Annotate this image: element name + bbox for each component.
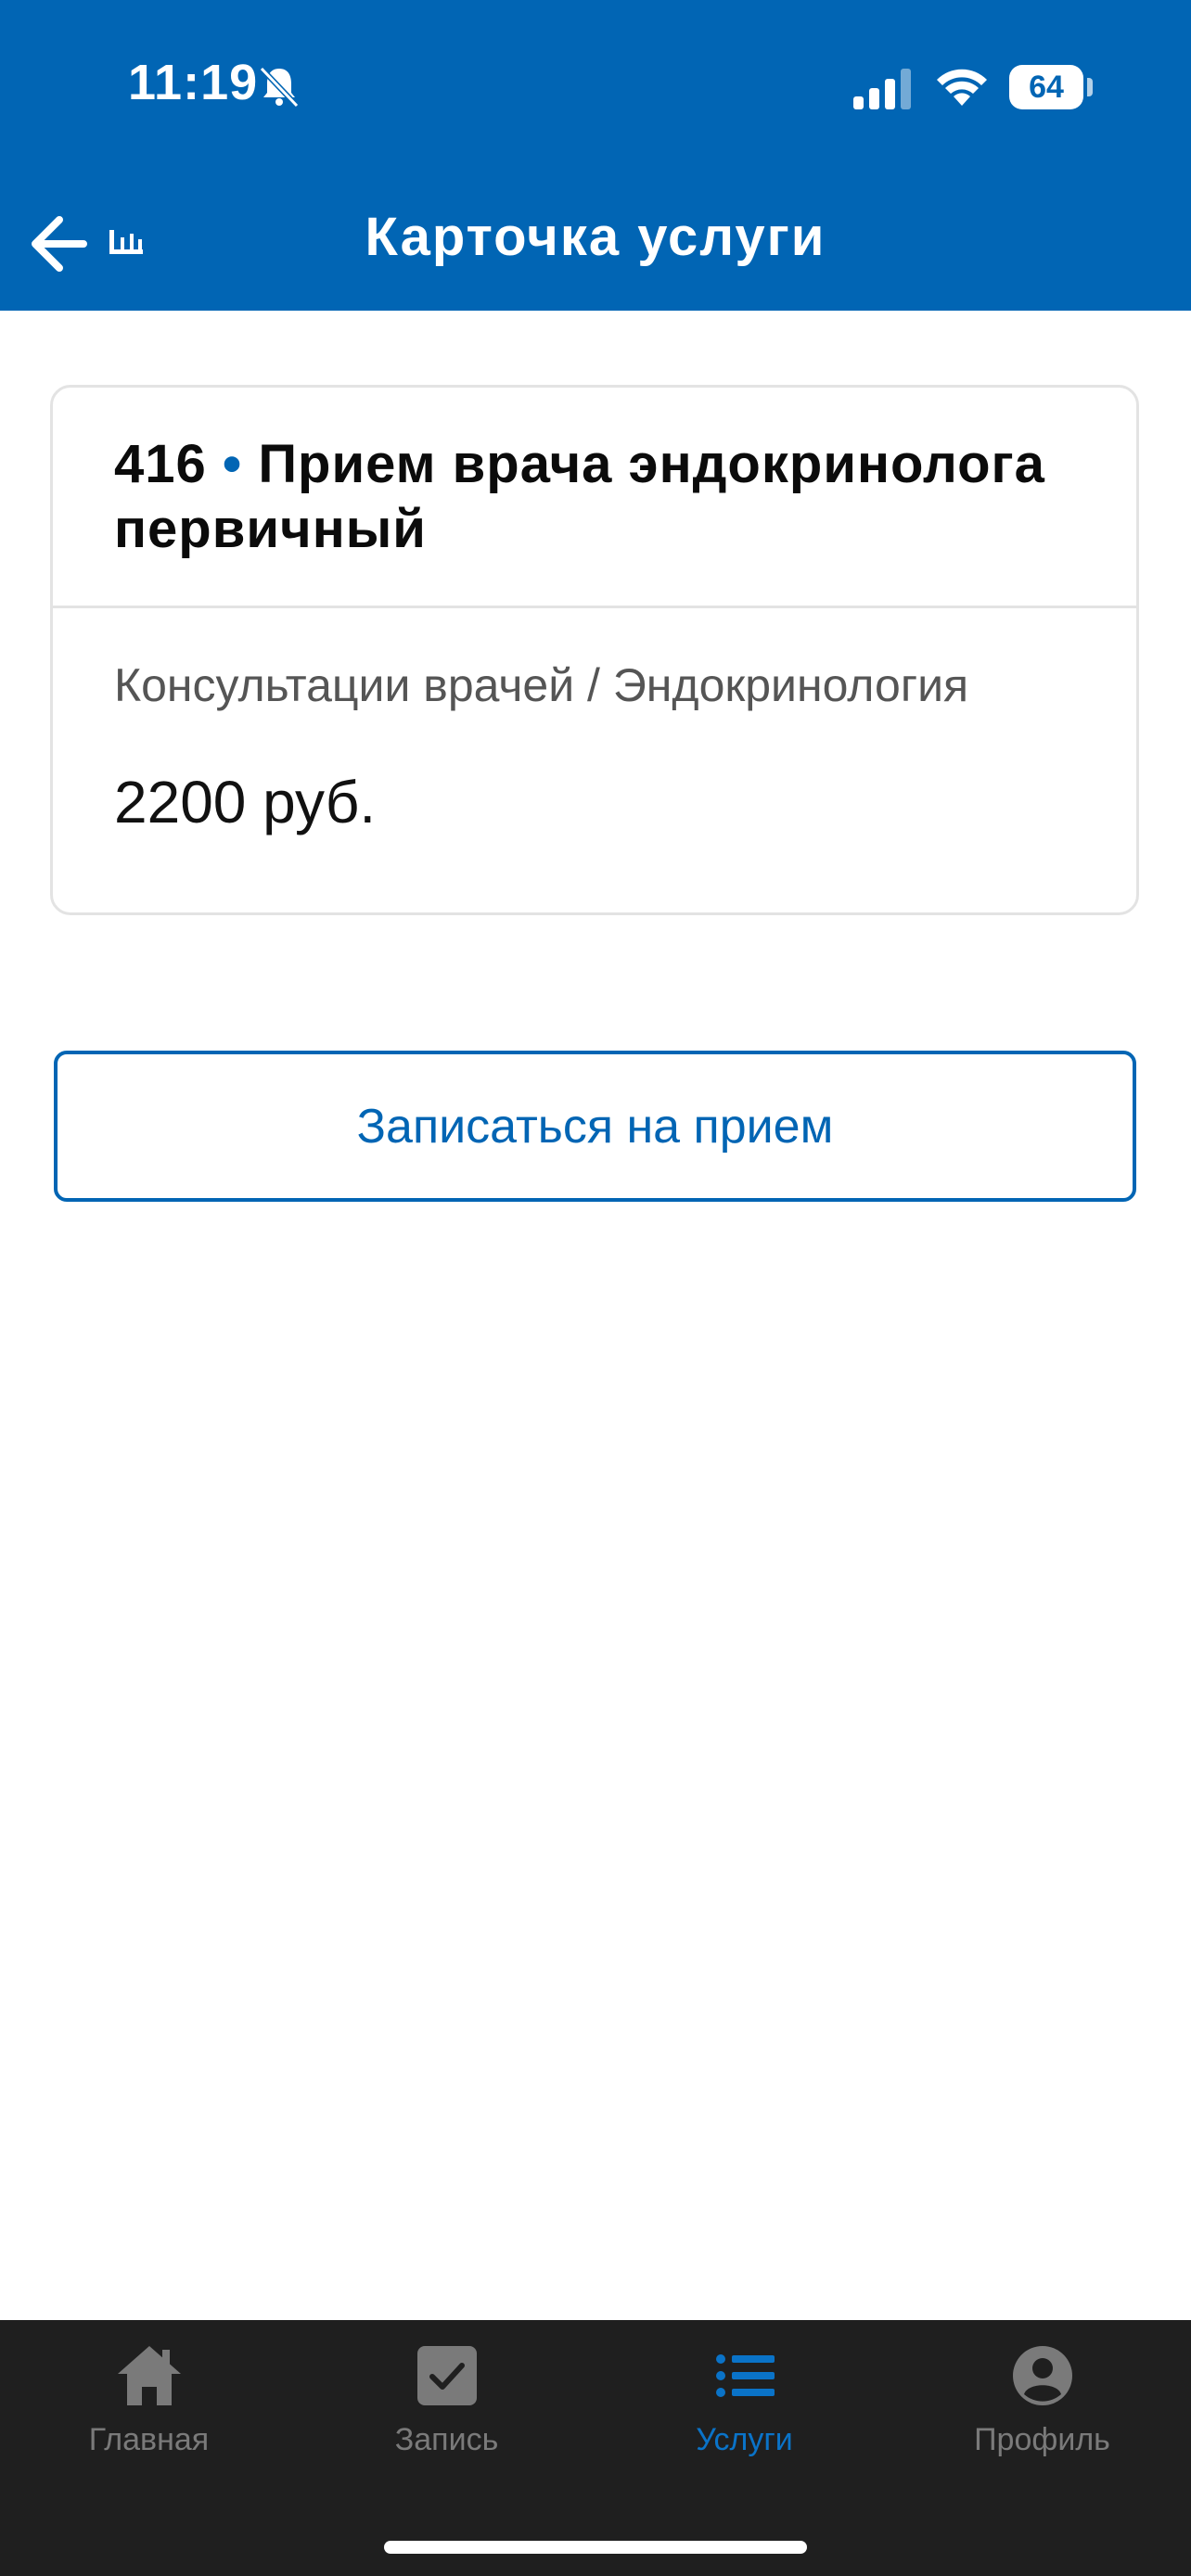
tab-home-label: Главная — [88, 2422, 210, 2457]
tab-profile-label: Профиль — [974, 2422, 1110, 2457]
page-title: Карточка услуги — [365, 207, 826, 267]
tab-services-label: Услуги — [696, 2422, 793, 2457]
service-card: 416 • Прием врача эндокринолога первичны… — [50, 385, 1139, 915]
home-indicator[interactable] — [384, 2541, 807, 2554]
status-time: 11:19 — [128, 55, 259, 110]
card-divider — [53, 606, 1136, 608]
battery-indicator: 64 — [1009, 65, 1083, 109]
service-category: Консультации врачей / Эндокринология — [114, 659, 969, 711]
bell-muted-icon — [259, 66, 300, 108]
tab-booking-label: Запись — [394, 2422, 499, 2457]
battery-tip — [1087, 78, 1093, 96]
tab-booking[interactable]: Запись — [298, 2339, 596, 2478]
book-appointment-button[interactable]: Записаться на прием — [54, 1051, 1136, 1202]
cellular-signal-icon — [853, 69, 911, 109]
wifi-icon — [937, 69, 987, 106]
home-icon — [117, 2346, 181, 2405]
service-price: 2200 руб. — [114, 769, 377, 835]
profile-icon — [1012, 2346, 1072, 2405]
checkbox-icon — [416, 2346, 477, 2405]
list-icon — [715, 2354, 775, 2397]
app-header: 11:19 64 Карточка услуги — [0, 0, 1191, 311]
tab-services[interactable]: Услуги — [596, 2339, 893, 2478]
service-code: 416 — [114, 434, 207, 494]
bottom-tab-bar: Главная Запись Услуги Профиль — [0, 2320, 1191, 2576]
tab-profile[interactable]: Профиль — [893, 2339, 1191, 2478]
service-code-separator: • — [206, 434, 259, 494]
battery-level: 64 — [1029, 69, 1064, 105]
tab-home[interactable]: Главная — [0, 2339, 298, 2478]
service-title: 416 • Прием врача эндокринолога первичны… — [114, 432, 1097, 562]
